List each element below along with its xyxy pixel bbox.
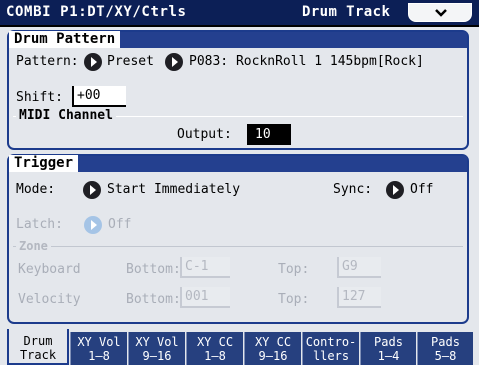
tab-xy-vol-1-8[interactable]: XY Vol 1–8 [70,332,127,365]
latch-label: Latch: [16,217,63,232]
sync-arrow-icon[interactable] [386,181,404,199]
tab-controllers[interactable]: Contro- llers [302,332,359,365]
mode-value[interactable]: Start Immediately [107,182,240,198]
tab-label-line1: XY Vol [77,335,121,349]
shift-field[interactable]: +00 [72,86,126,107]
tab-label-line2: Track [19,348,57,362]
drum-pattern-title: Drum Pattern [9,31,121,48]
page-tabs: Drum Track XY Vol 1–8 XY Vol 9–16 XY CC … [0,329,479,365]
pattern-bank-value[interactable]: Preset [107,54,154,70]
combi-drum-track-screen: COMBI P1:DT/XY/Ctrls Drum Track Drum Pat… [0,0,479,365]
tab-pads-5-8[interactable]: Pads 5–8 [417,332,473,365]
tab-pads-1-4[interactable]: Pads 1–4 [360,332,416,365]
tab-label-line1: Pads [374,335,403,349]
velocity-label: Velocity [18,292,81,307]
keyboard-top-label: Top: [278,262,310,277]
latch-value: Off [108,217,132,232]
output-field[interactable]: 10 [247,124,291,145]
velocity-top-label: Top: [278,292,310,307]
tab-label-line2: 1–8 [88,349,110,363]
tab-xy-cc-1-8[interactable]: XY CC 1–8 [186,332,243,365]
tab-label-line1: Contro- [305,335,357,349]
trigger-panel: Trigger Mode: Start Immediately Sync: Of… [7,154,469,324]
tab-label-line2: 1–4 [377,349,400,363]
zone-heading: Zone [16,239,51,253]
tab-drum-track[interactable]: Drum Track [7,329,69,365]
tab-label-line2: llers [312,349,350,363]
tab-label-line2: 9–16 [258,349,288,363]
velocity-bottom-field: 001 [180,287,230,308]
mode-arrow-icon[interactable] [83,181,101,199]
sync-value[interactable]: Off [410,182,433,198]
tab-label-line1: Drum [23,334,53,348]
pattern-select-arrow-icon[interactable] [165,53,183,71]
trigger-title: Trigger [9,155,79,172]
tab-label-line1: XY CC [254,335,292,349]
page-menu-button[interactable] [408,3,472,22]
drum-pattern-header: Drum Pattern [9,31,467,48]
keyboard-top-field: G9 [337,257,381,278]
tab-label-line2: 9–16 [142,349,172,363]
velocity-bottom-label: Bottom: [126,292,181,307]
pattern-label: Pattern: [16,54,79,69]
title-bar: COMBI P1:DT/XY/Ctrls Drum Track [0,0,479,27]
tab-label-line2: 5–8 [434,349,457,363]
page-name: Drum Track [302,4,391,20]
drum-pattern-panel: Drum Pattern Pattern: Preset P083: Rockn… [7,30,469,150]
keyboard-bottom-field: C-1 [180,257,230,278]
pattern-bank-arrow-icon[interactable] [84,53,102,71]
tab-label-line1: XY CC [196,335,234,349]
mode-label: Mode: [16,182,56,197]
shift-label: Shift: [16,90,63,105]
keyboard-bottom-label: Bottom: [126,262,181,277]
keyboard-label: Keyboard [18,262,81,277]
pattern-value[interactable]: P083: RocknRoll 1 145bpm[Rock] [189,54,424,70]
midi-channel-heading: MIDI Channel [16,109,116,123]
tab-xy-cc-9-16[interactable]: XY CC 9–16 [244,332,301,365]
page-title: COMBI P1:DT/XY/Ctrls [6,4,187,20]
tab-xy-vol-9-16[interactable]: XY Vol 9–16 [128,332,185,365]
sync-label: Sync: [333,182,373,197]
output-label: Output: [177,127,232,142]
tab-label-line2: 1–8 [204,349,226,363]
velocity-top-field: 127 [337,287,381,308]
tab-label-line1: XY Vol [135,335,179,349]
zone-divider [13,246,463,247]
chevron-down-icon [435,9,447,17]
trigger-header: Trigger [9,155,467,172]
latch-arrow-icon [84,216,102,234]
tab-label-line1: Pads [431,335,460,349]
